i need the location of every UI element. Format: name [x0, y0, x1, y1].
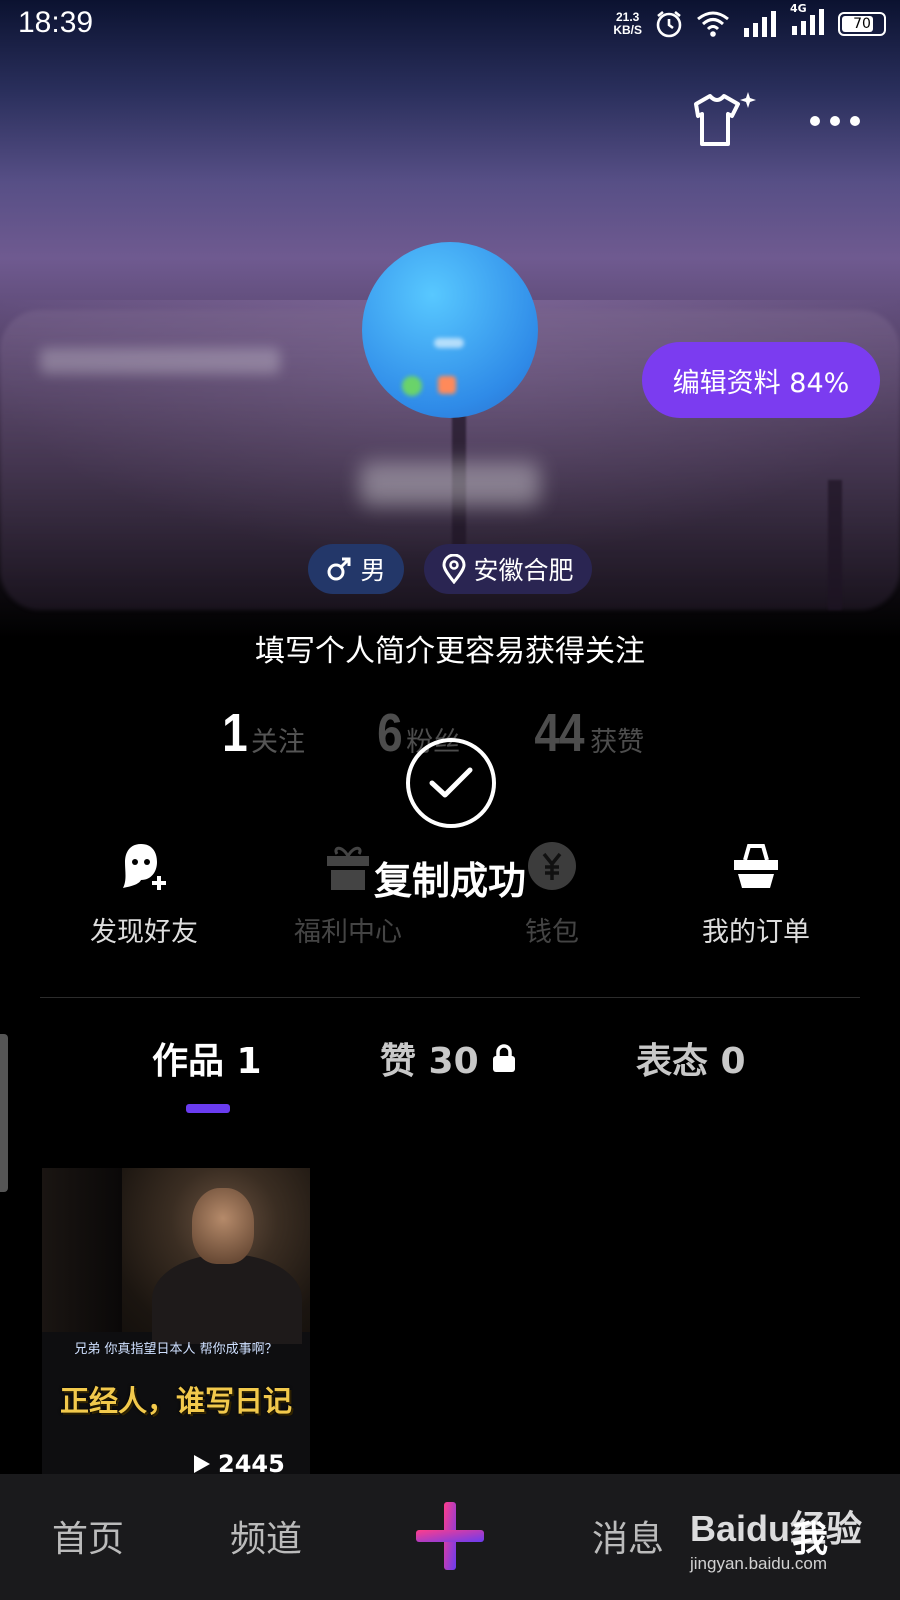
wifi-icon — [697, 11, 729, 37]
watermark-url: jingyan.baidu.com — [690, 1554, 828, 1573]
baidu-logo: Baidu经验 — [690, 1508, 863, 1549]
lock-icon — [492, 1044, 515, 1072]
tab-works[interactable]: 作品 1 — [152, 1032, 262, 1084]
location-tag[interactable]: 安徽合肥 — [423, 544, 592, 594]
status-time: 18:39 — [18, 6, 94, 39]
male-icon — [327, 557, 351, 581]
more-icon[interactable] — [810, 116, 860, 126]
network-speed: 21.3 KB/S — [613, 10, 642, 37]
gender-tag[interactable]: 男 — [308, 544, 404, 594]
section-divider — [40, 997, 860, 998]
toast-message: 复制成功 — [373, 859, 526, 903]
toast-check-icon — [406, 738, 496, 828]
bio-prompt[interactable]: 填写个人简介更容易获得关注 — [0, 626, 900, 670]
location-pin-icon — [441, 554, 466, 584]
stat-following[interactable]: 1 关注 — [220, 702, 305, 764]
outfit-tshirt-icon[interactable] — [690, 90, 760, 152]
alarm-icon — [656, 10, 682, 38]
baidu-watermark: Baidu经验 jingyan.baidu.com — [690, 1500, 890, 1590]
nav-home[interactable]: 首页 — [52, 1510, 124, 1562]
signal-icon — [744, 11, 776, 37]
tab-likes[interactable]: 赞 30 — [380, 1032, 517, 1084]
stat-likes[interactable]: 44 获赞 — [530, 702, 644, 764]
tab-reactions[interactable]: 表态 0 — [636, 1032, 746, 1084]
username-blurred — [360, 462, 540, 506]
active-tab-indicator — [186, 1104, 230, 1113]
play-icon — [194, 1455, 210, 1473]
work-thumbnail[interactable]: 兄弟 你真指望日本人 帮你成事啊？ 正经人，谁写日记 2445 — [42, 1168, 310, 1478]
content-tabs: 作品 1 赞 30 表态 0 — [0, 1032, 900, 1113]
video-subtitle: 兄弟 你真指望日本人 帮你成事啊？ — [74, 1342, 278, 1357]
create-plus-icon[interactable] — [410, 1496, 490, 1576]
video-title: 正经人，谁写日记 — [59, 1384, 292, 1418]
edit-profile-button[interactable]: 编辑资料 84% — [642, 342, 880, 418]
avatar[interactable] — [362, 242, 538, 418]
network-type-label: 4G — [790, 2, 807, 15]
header-actions — [690, 90, 860, 152]
profile-tags: 男 安徽合肥 — [0, 544, 900, 594]
status-bar: 18:39 21.3 KB/S 4G 70 — [0, 0, 900, 50]
side-drawer-handle[interactable] — [0, 1034, 8, 1192]
nav-messages[interactable]: 消息 — [592, 1510, 664, 1562]
nav-channels[interactable]: 频道 — [230, 1510, 302, 1562]
video-frame — [42, 1168, 310, 1344]
battery-icon: 70 — [838, 12, 886, 36]
